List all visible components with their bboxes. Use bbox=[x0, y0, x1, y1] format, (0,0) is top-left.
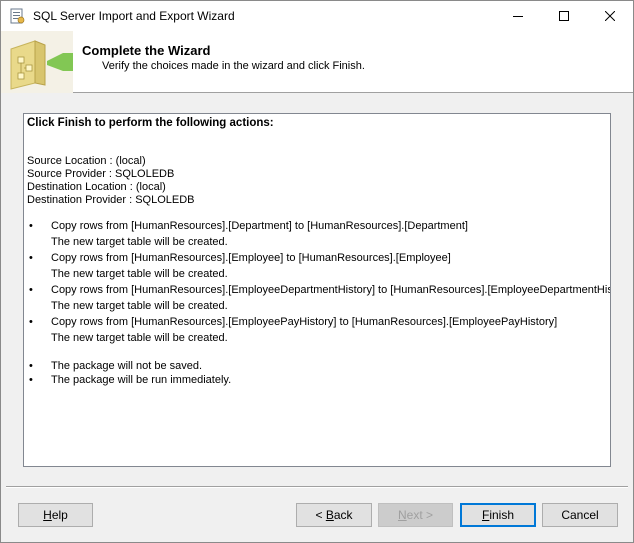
location-list: Source Location : (local) Source Provide… bbox=[27, 155, 195, 207]
destination-provider: Destination Provider : SQLOLEDB bbox=[27, 194, 195, 206]
cancel-button[interactable]: Cancel bbox=[542, 503, 618, 527]
footer-divider bbox=[6, 486, 628, 488]
cancel-button-label: Cancel bbox=[561, 508, 599, 522]
page-title: Complete the Wizard bbox=[82, 43, 211, 58]
back-button-label: ack bbox=[333, 508, 353, 522]
bullet: • bbox=[29, 220, 33, 232]
next-button[interactable]: Next > bbox=[378, 503, 453, 527]
package-save-note: The package will not be saved. bbox=[51, 360, 203, 372]
back-button-prefix: < bbox=[315, 508, 326, 522]
next-button-label: ext > bbox=[406, 508, 434, 522]
wizard-app-icon bbox=[9, 8, 25, 24]
title-bar: SQL Server Import and Export Wizard bbox=[1, 1, 633, 31]
source-provider: Source Provider : SQLOLEDB bbox=[27, 168, 175, 180]
close-button[interactable] bbox=[587, 1, 633, 31]
wizard-window: SQL Server Import and Export Wizard Comp… bbox=[0, 0, 634, 543]
summary-panel[interactable]: Click Finish to perform the following ac… bbox=[23, 113, 611, 467]
finish-button[interactable]: Finish bbox=[460, 503, 536, 527]
copy-action: Copy rows from [HumanResources].[Departm… bbox=[51, 220, 468, 232]
action-note: The new target table will be created. bbox=[51, 300, 228, 312]
minimize-icon bbox=[513, 16, 523, 17]
bullet: • bbox=[29, 284, 33, 296]
bullet: • bbox=[29, 252, 33, 264]
finish-button-label: inish bbox=[489, 508, 515, 522]
back-button[interactable]: < Back bbox=[296, 503, 372, 527]
close-icon bbox=[605, 11, 615, 21]
copy-action: Copy rows from [HumanResources].[Employe… bbox=[51, 316, 558, 328]
next-button-mnemonic: N bbox=[397, 508, 407, 522]
destination-location: Destination Location : (local) bbox=[27, 181, 166, 193]
page-subtitle: Verify the choices made in the wizard an… bbox=[102, 60, 365, 72]
maximize-icon bbox=[559, 11, 569, 21]
action-note: The new target table will be created. bbox=[51, 332, 228, 344]
finish-button-mnemonic: F bbox=[481, 508, 490, 522]
bullet: • bbox=[29, 374, 33, 386]
maximize-button[interactable] bbox=[541, 1, 587, 31]
copy-action: Copy rows from [HumanResources].[Employe… bbox=[51, 252, 451, 264]
source-location: Source Location : (local) bbox=[27, 155, 146, 167]
back-button-mnemonic: B bbox=[325, 508, 334, 522]
action-note: The new target table will be created. bbox=[51, 236, 228, 248]
minimize-button[interactable] bbox=[495, 1, 541, 31]
copy-action: Copy rows from [HumanResources].[Employe… bbox=[51, 284, 611, 296]
summary-heading: Click Finish to perform the following ac… bbox=[27, 117, 274, 129]
action-note: The new target table will be created. bbox=[51, 268, 228, 280]
package-run-note: The package will be run immediately. bbox=[51, 374, 232, 386]
help-button[interactable]: Help bbox=[18, 503, 93, 527]
wizard-header: Complete the Wizard Verify the choices m… bbox=[1, 31, 633, 93]
wizard-header-graphic bbox=[1, 31, 73, 93]
bullet: • bbox=[29, 316, 33, 328]
help-button-mnemonic: H bbox=[43, 508, 52, 522]
help-button-label: elp bbox=[51, 508, 68, 522]
window-title: SQL Server Import and Export Wizard bbox=[33, 9, 235, 23]
bullet: • bbox=[29, 360, 33, 372]
